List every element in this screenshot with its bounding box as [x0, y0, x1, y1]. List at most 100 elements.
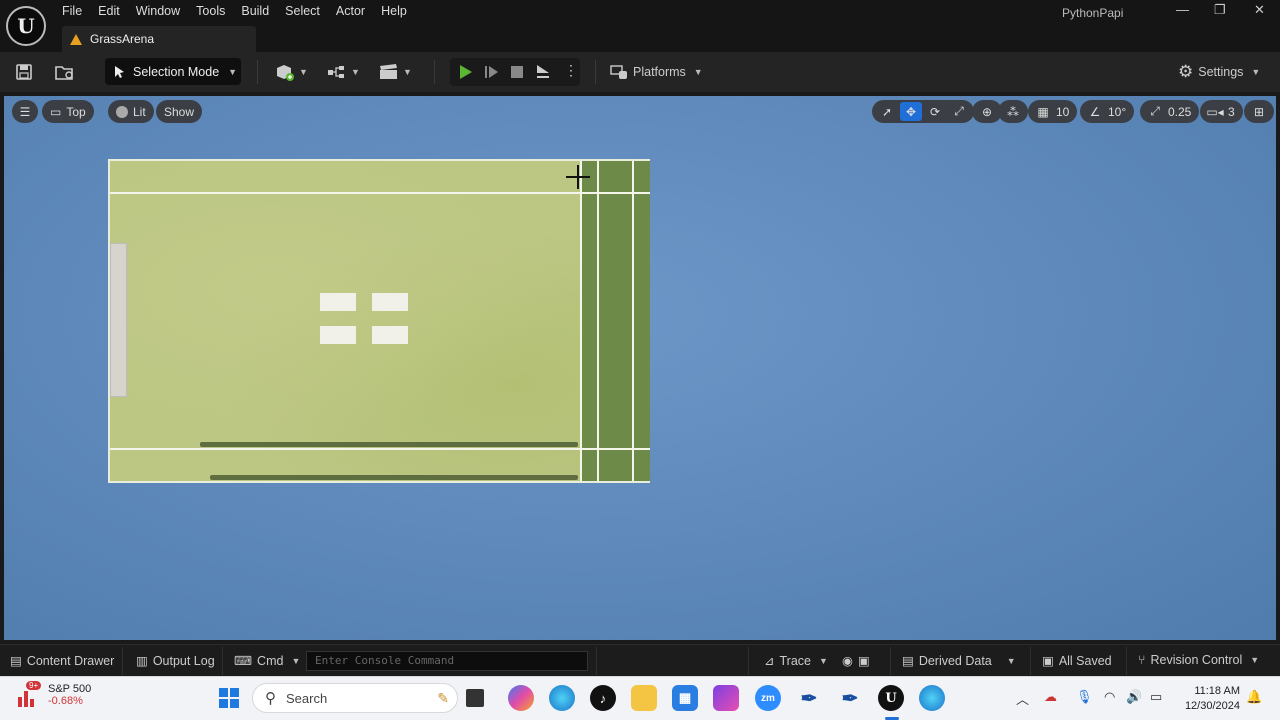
battery-icon[interactable]: ▭ — [1150, 689, 1162, 705]
view-mode-button[interactable]: ▭ Top — [42, 100, 94, 123]
content-drawer-button[interactable]: ▤ Content Drawer — [10, 653, 114, 669]
lit-mode-label: Lit — [133, 104, 146, 119]
chevron-down-icon: ▼ — [1251, 67, 1261, 77]
scale-tool-icon[interactable]: ⤢ — [948, 102, 970, 121]
eject-icon[interactable] — [534, 63, 552, 81]
scale-snap-value: 0.25 — [1168, 104, 1192, 119]
platforms-dropdown[interactable]: Platforms ▼ — [610, 60, 703, 84]
translate-tool-icon[interactable]: ✥ — [900, 102, 922, 121]
clipchamp-icon[interactable] — [713, 685, 739, 711]
microphone-icon[interactable]: 🎙 — [1076, 689, 1093, 705]
drawer-icon: ▤ — [10, 654, 22, 668]
revision-control-dropdown[interactable]: ⑂ Revision Control ▼ — [1138, 653, 1259, 667]
task-view-icon[interactable] — [466, 689, 484, 707]
level-tab-label: GrassArena — [90, 32, 155, 46]
wifi-icon[interactable]: ◠ — [1104, 689, 1115, 705]
wall-shadow — [210, 475, 578, 480]
menu-window[interactable]: Window — [128, 0, 188, 22]
more-options-icon[interactable]: ⋮ — [564, 62, 578, 79]
copilot-icon[interactable] — [508, 685, 534, 711]
surface-snap-button[interactable]: ⁂ — [998, 100, 1028, 123]
scale-snap-button[interactable]: ⤢ 0.25 — [1140, 100, 1200, 123]
cloud-alert-icon[interactable]: ☁ — [1044, 689, 1057, 705]
white-block[interactable] — [320, 293, 356, 311]
minimize-icon[interactable]: — — [1176, 2, 1189, 17]
rotation-snap-button[interactable]: ∠ 10° — [1080, 100, 1135, 123]
blueprints-button[interactable]: ▼ — [326, 60, 360, 84]
trace-dropdown[interactable]: ⊿ Trace ▼ — [764, 653, 828, 669]
store-icon[interactable]: ▦ — [672, 685, 698, 711]
notification-bell-icon[interactable]: 🔔 — [1246, 689, 1262, 705]
unreal-logo-icon[interactable]: U — [6, 6, 46, 46]
white-block[interactable] — [372, 293, 408, 311]
stock-widget[interactable]: 9+ S&P 500 -0.68% — [16, 681, 91, 709]
add-actor-button[interactable]: ▼ — [274, 60, 308, 84]
restore-icon[interactable]: ❐ — [1214, 2, 1226, 18]
divider — [122, 647, 123, 675]
divider — [596, 647, 597, 675]
save-icon[interactable] — [14, 60, 34, 84]
chevron-up-icon[interactable]: ︿ — [1016, 689, 1029, 708]
viewport-options-button[interactable]: ☰ — [12, 100, 38, 123]
log-icon: ▥ — [136, 654, 148, 668]
taskbar-search[interactable]: ⚲ Search ✎ — [252, 683, 458, 713]
menu-select[interactable]: Select — [277, 0, 328, 22]
title-bar: U File Edit Window Tools Build Select Ac… — [0, 0, 1280, 52]
rotate-tool-icon[interactable]: ⟳ — [924, 102, 946, 121]
level-tab[interactable]: GrassArena — [62, 26, 256, 52]
menu-file[interactable]: File — [54, 0, 90, 22]
settings-dropdown[interactable]: ⚙ Settings ▼ — [1178, 60, 1260, 84]
revision-control-label: Revision Control — [1150, 653, 1243, 667]
menu-tools[interactable]: Tools — [188, 0, 233, 22]
grass-arena-mesh[interactable] — [108, 159, 650, 483]
console-input[interactable]: Enter Console Command — [306, 651, 588, 671]
terminal-icon: ⌨ — [234, 654, 253, 668]
all-saved-button[interactable]: ▣ All Saved — [1042, 653, 1112, 669]
cmd-dropdown[interactable]: ⌨ Cmd ▼ — [234, 653, 301, 669]
feather-app-icon[interactable]: ✒ — [837, 685, 863, 711]
edge-icon[interactable] — [549, 685, 575, 711]
level-viewport[interactable]: ☰ ▭ Top Lit Show ➚ ✥ ⟳ ⤢ ⊕ ⁂ ▦ 10 ∠ 10° … — [4, 96, 1276, 640]
menu-build[interactable]: Build — [233, 0, 277, 22]
volume-icon[interactable]: 🔊 — [1126, 689, 1142, 705]
unreal-engine-icon[interactable]: U — [878, 685, 904, 711]
stop-icon[interactable] — [508, 63, 526, 81]
selection-mode-label: Selection Mode — [133, 64, 220, 79]
lit-mode-button[interactable]: Lit — [108, 100, 154, 123]
windows-start-icon[interactable] — [216, 685, 242, 711]
white-block[interactable] — [372, 326, 408, 344]
step-icon[interactable] — [482, 63, 500, 81]
edge-icon[interactable] — [919, 685, 945, 711]
menu-edit[interactable]: Edit — [90, 0, 128, 22]
clock-time: 11:18 AM — [1194, 685, 1240, 697]
menu-actor[interactable]: Actor — [328, 0, 373, 22]
bench-mesh[interactable] — [110, 243, 127, 397]
derived-data-dropdown[interactable]: ▤ Derived Data ▼ — [902, 653, 1016, 669]
close-icon[interactable]: ✕ — [1254, 2, 1265, 18]
white-block[interactable] — [320, 326, 356, 344]
play-icon[interactable] — [456, 63, 474, 81]
chevron-down-icon: ▼ — [299, 67, 308, 77]
wall-shadow — [200, 442, 578, 447]
maximize-viewport-button[interactable]: ⊞ — [1244, 100, 1274, 123]
divider — [434, 60, 435, 84]
chevron-down-icon: ▼ — [291, 655, 301, 666]
output-log-button[interactable]: ▥ Output Log — [136, 653, 215, 669]
feather-app-icon[interactable]: ✒ — [796, 685, 822, 711]
zoom-icon[interactable]: zm — [755, 685, 781, 711]
cursor-icon — [115, 65, 124, 78]
show-button[interactable]: Show — [156, 100, 203, 123]
menu-help[interactable]: Help — [373, 0, 415, 22]
tiktok-icon[interactable]: ♪ — [590, 685, 616, 711]
select-tool-icon[interactable]: ➚ — [876, 102, 898, 121]
menu-bar: File Edit Window Tools Build Select Acto… — [54, 0, 415, 22]
browse-content-icon[interactable] — [54, 60, 76, 84]
selection-mode-dropdown[interactable]: Selection Mode ▼ — [105, 58, 241, 85]
file-explorer-icon[interactable] — [631, 685, 657, 711]
cinematics-button[interactable]: ▼ — [378, 60, 412, 84]
camera-speed-button[interactable]: ▭◂ 3 — [1200, 100, 1243, 123]
clock[interactable]: 11:18 AM 12/30/2024 — [1180, 684, 1240, 714]
grid-snap-button[interactable]: ▦ 10 — [1028, 100, 1078, 123]
record-button[interactable]: ◉ ▣ — [842, 653, 870, 668]
view-mode-label: Top — [66, 104, 86, 119]
